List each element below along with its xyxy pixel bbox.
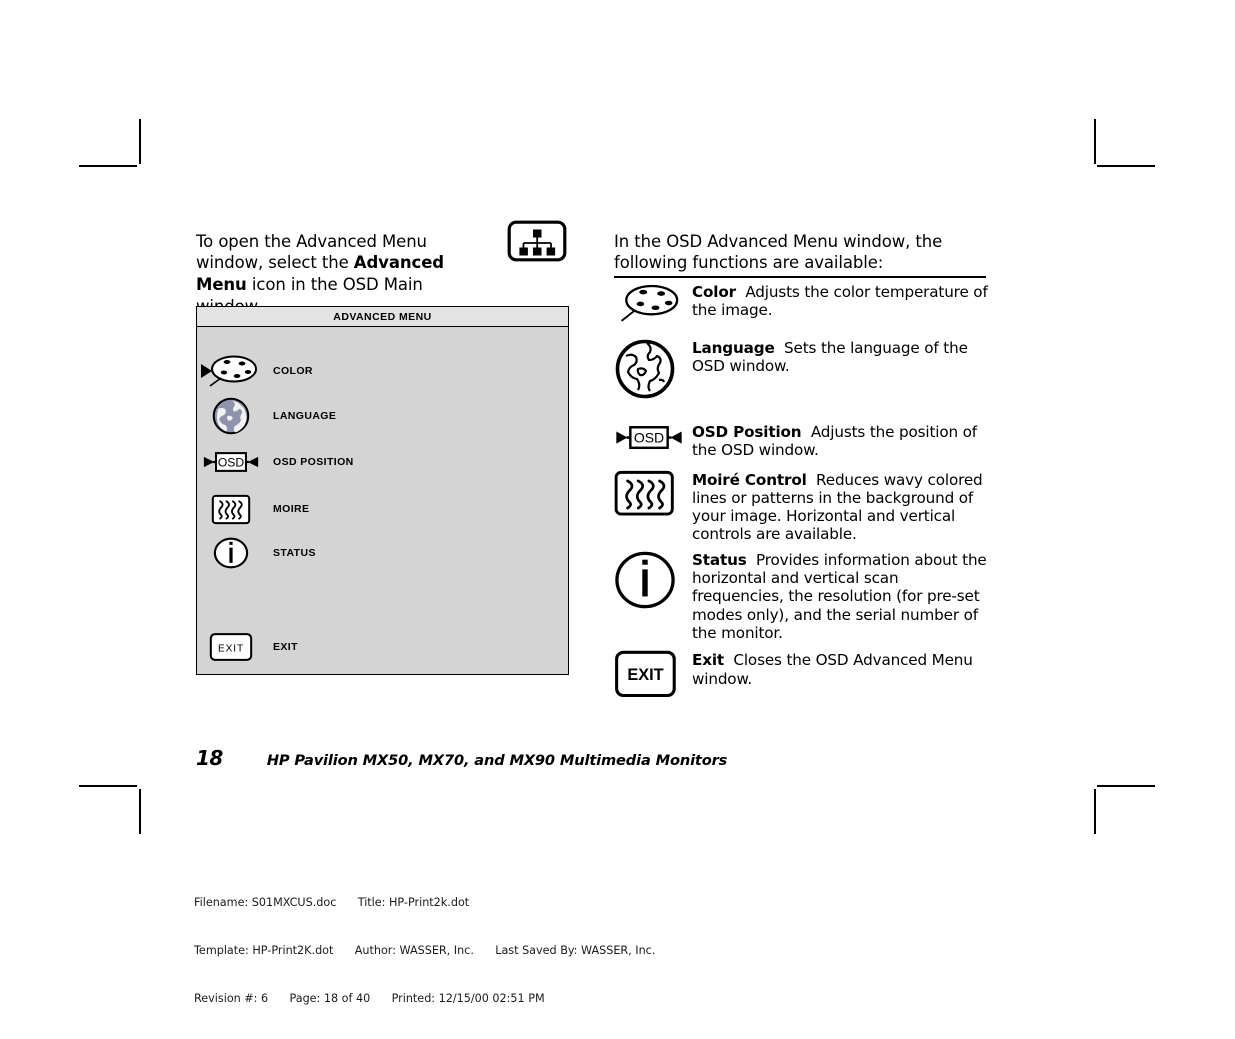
- osd-position-icon-text: OSD: [218, 455, 245, 469]
- page-footer: 18 HP Pavilion MX50, MX70, and MX90 Mult…: [196, 746, 727, 770]
- osd-menu-item-status[interactable]: STATUS: [197, 531, 568, 575]
- function-body: Closes the OSD Advanced Menu window.: [692, 651, 973, 688]
- info-icon: [197, 531, 265, 575]
- function-description: OSD Position Adjusts the position of the…: [692, 422, 988, 460]
- osd-position-icon: OSD: [614, 422, 692, 452]
- osd-position-icon: OSD: [197, 440, 265, 484]
- crop-mark-top-left-vertical: [139, 119, 141, 164]
- osd-menu-item-moire[interactable]: MOIRE: [197, 487, 568, 531]
- function-item-color: Color Adjusts the color temperature of t…: [614, 282, 988, 324]
- globe-icon: [197, 394, 265, 438]
- function-description: Exit Closes the OSD Advanced Menu window…: [692, 650, 988, 688]
- page-number: 18: [196, 746, 223, 770]
- moire-icon: [197, 487, 265, 531]
- exit-icon-text: EXIT: [627, 667, 663, 685]
- function-term: Color: [692, 283, 736, 301]
- function-description: Language Sets the language of the OSD wi…: [692, 338, 988, 376]
- osd-menu-item-language[interactable]: LANGUAGE: [197, 394, 568, 438]
- crop-mark-bottom-right-vertical: [1094, 789, 1096, 834]
- function-description: Moiré Control Reduces wavy colored lines…: [692, 470, 988, 544]
- exit-icon: EXIT: [197, 625, 265, 669]
- function-item-moire: Moiré Control Reduces wavy colored lines…: [614, 470, 988, 544]
- advanced-menu-icon: [507, 220, 567, 262]
- osd-menu-item-color[interactable]: COLOR: [197, 349, 568, 393]
- function-body: Adjusts the color temperature of the ima…: [692, 283, 988, 320]
- osd-menu-item-label: COLOR: [273, 365, 313, 377]
- crop-mark-bottom-right-horizontal: [1097, 785, 1155, 787]
- function-description: Status Provides information about the ho…: [692, 550, 988, 642]
- horizontal-rule: [614, 276, 986, 278]
- function-term: Status: [692, 550, 747, 569]
- osd-menu-item-label: STATUS: [273, 547, 316, 559]
- right-intro-paragraph: In the OSD Advanced Menu window, the fol…: [614, 231, 943, 273]
- instruction-paragraph: To open the Advanced Menu window, select…: [196, 231, 491, 318]
- osd-advanced-menu-window: ADVANCED MENU COLOR LANGUAGE OSD OSD POS…: [196, 306, 569, 675]
- book-title: HP Pavilion MX50, MX70, and MX90 Multime…: [266, 752, 728, 769]
- crop-mark-top-right-horizontal: [1097, 165, 1155, 167]
- meta-line-revision: Revision #: 6 Page: 18 of 40 Printed: 12…: [194, 992, 545, 1005]
- function-item-language: Language Sets the language of the OSD wi…: [614, 338, 988, 400]
- function-item-exit: EXIT Exit Closes the OSD Advanced Menu w…: [614, 650, 988, 698]
- crop-mark-top-left-horizontal: [79, 165, 137, 167]
- exit-icon: EXIT: [614, 650, 692, 698]
- exit-icon-text: EXIT: [218, 644, 244, 655]
- osd-menu-item-label: MOIRE: [273, 503, 310, 515]
- osd-menu-item-label: OSD POSITION: [273, 456, 354, 468]
- globe-icon: [614, 338, 692, 400]
- palette-icon: [614, 282, 692, 324]
- osd-window-title: ADVANCED MENU: [333, 310, 432, 323]
- moire-icon: [614, 470, 692, 517]
- info-icon: [614, 550, 692, 610]
- palette-icon: [197, 349, 265, 393]
- osd-menu-item-label: LANGUAGE: [273, 410, 337, 422]
- osd-menu-item-osd-position[interactable]: OSD OSD POSITION: [197, 440, 568, 484]
- function-list: Color Adjusts the color temperature of t…: [614, 282, 988, 698]
- osd-menu-item-label: EXIT: [273, 641, 298, 653]
- function-term: Exit: [692, 651, 725, 670]
- right-column: In the OSD Advanced Menu window, the fol…: [614, 214, 988, 698]
- document-metadata-block: Filename: S01MXCUS.doc Title: HP-Print2k…: [194, 863, 655, 1039]
- osd-position-icon-text: OSD: [634, 430, 664, 446]
- meta-line-template: Template: HP-Print2K.dot Author: WASSER,…: [194, 944, 656, 957]
- function-description: Color Adjusts the color temperature of t…: [692, 282, 988, 320]
- osd-menu-list: COLOR LANGUAGE OSD OSD POSITION MOIRE ST…: [197, 327, 568, 675]
- osd-window-titlebar: ADVANCED MENU: [197, 307, 568, 327]
- crop-mark-top-right-vertical: [1094, 119, 1096, 164]
- function-item-osd-position: OSD OSD Position Adjusts the position of…: [614, 422, 988, 460]
- osd-menu-item-exit[interactable]: EXIT EXIT: [197, 625, 568, 669]
- function-term: Language: [692, 339, 775, 357]
- function-term: OSD Position: [692, 423, 802, 441]
- function-item-status: Status Provides information about the ho…: [614, 550, 988, 642]
- meta-line-filename: Filename: S01MXCUS.doc Title: HP-Print2k…: [194, 896, 470, 909]
- crop-mark-bottom-left-vertical: [139, 789, 141, 834]
- crop-mark-bottom-left-horizontal: [79, 785, 137, 787]
- function-term: Moiré Control: [692, 470, 807, 489]
